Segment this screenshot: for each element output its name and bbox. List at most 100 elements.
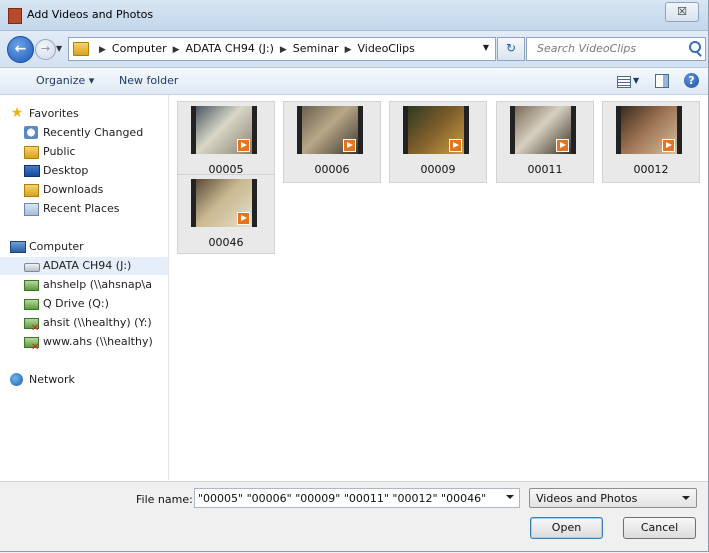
video-play-icon: [556, 139, 569, 152]
search-input[interactable]: [527, 38, 687, 58]
dialog-footer: File name: "00005" "00006" "00009" "0001…: [0, 481, 709, 553]
back-arrow-icon[interactable]: ←: [7, 36, 34, 63]
file-name: 00006: [314, 163, 350, 176]
file-name: 00046: [208, 236, 244, 249]
network-icon: [10, 373, 23, 386]
forward-arrow-icon[interactable]: →: [35, 39, 56, 60]
file-tile[interactable]: 00006: [283, 101, 381, 183]
star-icon: ★: [10, 105, 24, 121]
nav-recently-changed[interactable]: Recently Changed: [0, 124, 168, 142]
search-icon[interactable]: [689, 41, 701, 53]
nav-label: Computer: [29, 240, 84, 253]
nav-label: Public: [43, 145, 76, 158]
navigation-pane: ★ Favorites Recently Changed Public Desk…: [0, 95, 169, 480]
folder-icon: [24, 146, 39, 159]
video-play-icon: [449, 139, 462, 152]
file-list: 00005 00006 00009 00011 00012 00046: [169, 95, 709, 480]
breadcrumb: ▶ Computer ▶ ADATA CH94 (J:) ▶ Seminar ▶ VideoC…: [93, 42, 415, 55]
recent-places-icon: [24, 203, 39, 216]
command-bar: Organize ▾ New folder ▼ ?: [0, 68, 709, 95]
breadcrumb-separator-icon[interactable]: ▶: [99, 45, 106, 55]
nav-label: Favorites: [29, 107, 79, 120]
help-icon[interactable]: ?: [684, 73, 699, 88]
breadcrumb-seminar[interactable]: Seminar: [293, 42, 339, 55]
nav-favorites[interactable]: ★ Favorites: [0, 105, 168, 123]
file-tile[interactable]: 00046: [177, 174, 275, 254]
nav-network[interactable]: Network: [0, 371, 168, 389]
nav-recent-places[interactable]: Recent Places: [0, 200, 168, 218]
video-thumbnail: [510, 106, 576, 154]
nav-ahshelp[interactable]: ahshelp (\\ahsnap\a: [0, 276, 168, 294]
desktop-icon: [24, 165, 40, 177]
file-name: 00011: [527, 163, 563, 176]
address-row: ← → ▼ ▶ Computer ▶ ADATA CH94 (J:) ▶ Seminar ▶…: [0, 31, 709, 68]
nav-label: Desktop: [43, 164, 89, 177]
disconnected-drive-icon: ✕: [24, 318, 39, 334]
address-bar[interactable]: ▶ Computer ▶ ADATA CH94 (J:) ▶ Seminar ▶ VideoC…: [68, 37, 496, 61]
file-name-input[interactable]: "00005" "00006" "00009" "00011" "00012" …: [194, 488, 520, 508]
close-button[interactable]: ☒: [665, 2, 699, 22]
nav-label: ADATA CH94 (J:): [43, 259, 132, 272]
nav-label: www.ahs (\\healthy): [43, 335, 153, 348]
file-name-label: File name:: [136, 493, 193, 506]
file-type-select[interactable]: Videos and Photos: [529, 488, 697, 508]
video-thumbnail: [191, 179, 257, 227]
breadcrumb-separator-icon[interactable]: ▶: [173, 45, 180, 55]
cancel-button[interactable]: Cancel: [623, 517, 696, 539]
disconnected-x-icon: ✕: [31, 342, 40, 353]
breadcrumb-separator-icon[interactable]: ▶: [345, 45, 352, 55]
nav-downloads[interactable]: Downloads: [0, 181, 168, 199]
view-dropdown-icon[interactable]: ▼: [633, 76, 639, 85]
video-play-icon: [237, 139, 250, 152]
recent-changes-icon: [24, 126, 38, 139]
open-button[interactable]: Open: [530, 517, 603, 539]
breadcrumb-drive[interactable]: ADATA CH94 (J:): [186, 42, 274, 55]
nav-q-drive[interactable]: Q Drive (Q:): [0, 295, 168, 313]
organize-button[interactable]: Organize ▾: [36, 74, 94, 87]
file-tile[interactable]: 00011: [496, 101, 594, 183]
nav-drive-j[interactable]: ADATA CH94 (J:): [0, 257, 168, 275]
folder-icon: [73, 42, 89, 56]
nav-public[interactable]: Public: [0, 143, 168, 161]
network-drive-icon: [24, 299, 39, 310]
video-thumbnail: [616, 106, 682, 154]
nav-label: Recent Places: [43, 202, 120, 215]
new-folder-button[interactable]: New folder: [119, 74, 178, 87]
video-thumbnail: [297, 106, 363, 154]
nav-ahsit[interactable]: ✕ ahsit (\\healthy) (Y:): [0, 314, 168, 334]
address-dropdown-icon[interactable]: ▼: [483, 43, 489, 52]
title-bar: Add Videos and Photos ☒: [0, 0, 709, 31]
file-tile[interactable]: 00009: [389, 101, 487, 183]
nav-desktop[interactable]: Desktop: [0, 162, 168, 180]
file-name: 00012: [633, 163, 669, 176]
view-options-icon[interactable]: [617, 76, 631, 88]
nav-label: Network: [29, 373, 75, 386]
nav-www-ahs[interactable]: ✕ www.ahs (\\healthy): [0, 333, 168, 353]
nav-label: ahsit (\\healthy) (Y:): [43, 316, 152, 329]
breadcrumb-separator-icon[interactable]: ▶: [280, 45, 287, 55]
breadcrumb-videoclips[interactable]: VideoClips: [357, 42, 414, 55]
video-play-icon: [237, 212, 250, 225]
chevron-down-icon[interactable]: [506, 495, 514, 499]
nav-label: ahshelp (\\ahsnap\a: [43, 278, 153, 291]
file-tile[interactable]: 00012: [602, 101, 700, 183]
history-dropdown-icon[interactable]: ▼: [56, 44, 62, 53]
video-thumbnail: [191, 106, 257, 154]
video-thumbnail: [403, 106, 469, 154]
downloads-icon: [24, 184, 39, 197]
nav-computer[interactable]: Computer: [0, 238, 168, 256]
file-tile[interactable]: 00005: [177, 101, 275, 183]
drive-icon: [24, 263, 40, 272]
file-name: 00009: [420, 163, 456, 176]
search-box: [526, 37, 706, 61]
app-icon: [8, 8, 22, 24]
refresh-icon[interactable]: ↻: [497, 37, 525, 61]
file-name-value: "00005" "00006" "00009" "00011" "00012" …: [198, 492, 487, 505]
computer-icon: [10, 241, 26, 253]
breadcrumb-computer[interactable]: Computer: [112, 42, 167, 55]
file-type-value: Videos and Photos: [536, 492, 638, 505]
network-drive-icon: [24, 280, 39, 291]
nav-label: Downloads: [43, 183, 104, 196]
preview-pane-icon[interactable]: [655, 74, 669, 88]
nav-label: Q Drive (Q:): [43, 297, 109, 310]
